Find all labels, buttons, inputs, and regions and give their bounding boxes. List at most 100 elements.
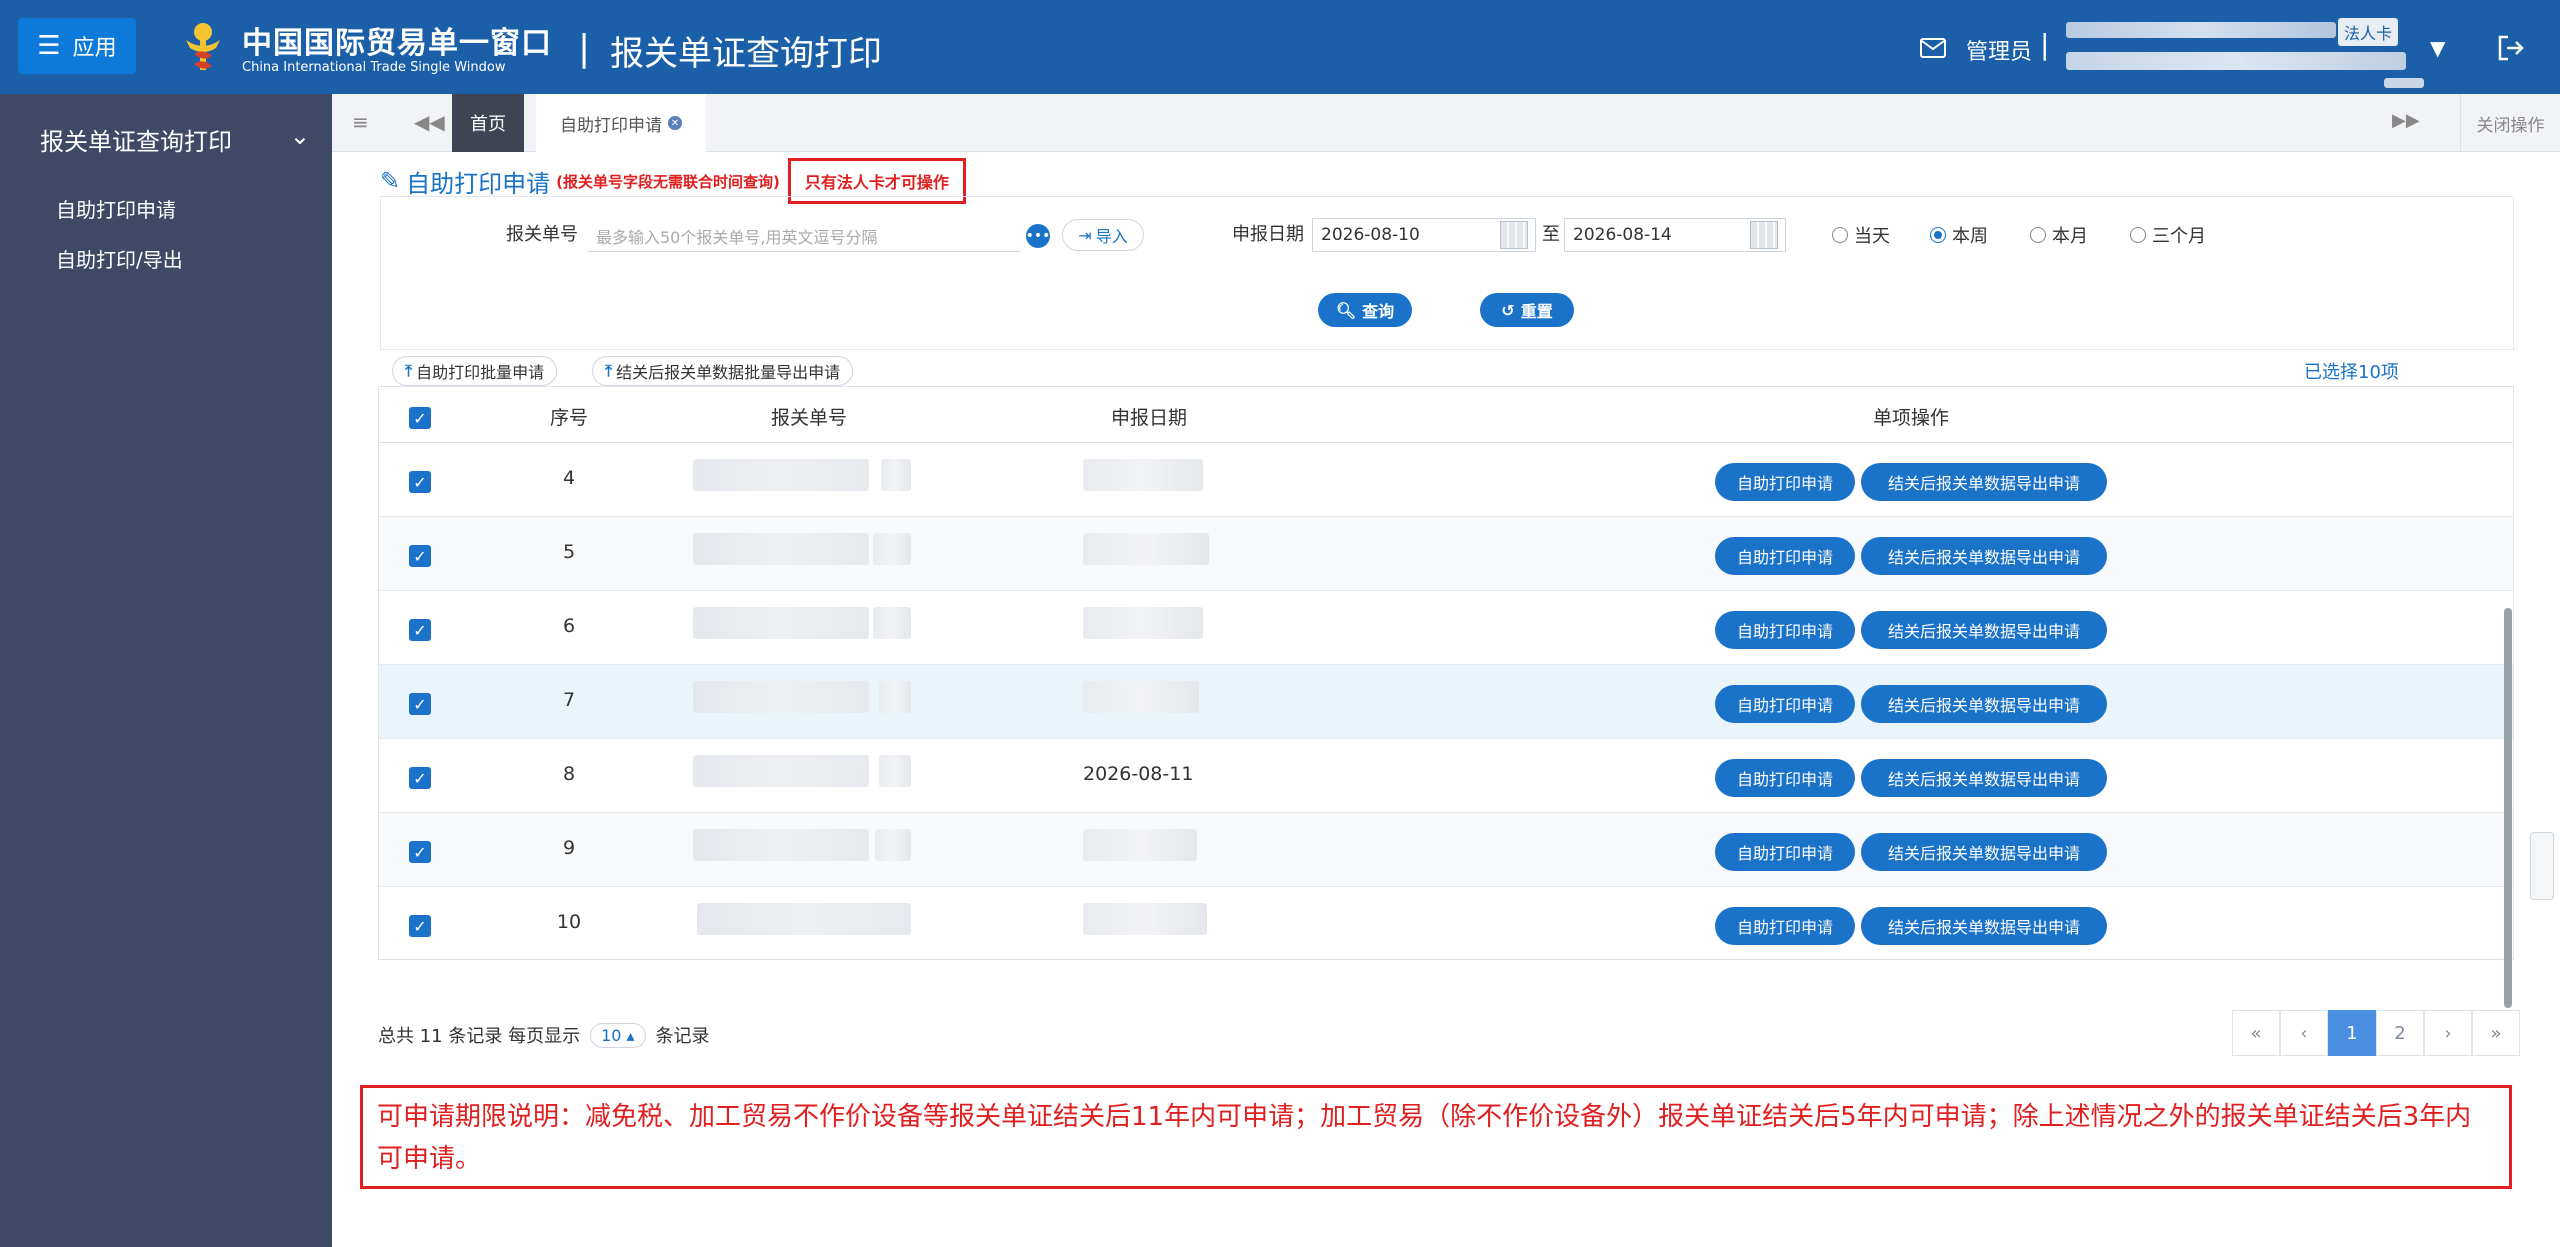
self-print-apply-button[interactable]: 自助打印申请: [1715, 759, 1855, 797]
page-button-2[interactable]: 2: [2376, 1010, 2424, 1056]
table-row: ✓ 6 自助打印申请 结关后报关单数据导出申请: [379, 591, 2513, 665]
decl-no-input[interactable]: 最多输入50个报关单号,用英文逗号分隔: [588, 218, 1020, 252]
calendar-icon[interactable]: [1750, 221, 1778, 249]
self-print-apply-button[interactable]: 自助打印申请: [1715, 907, 1855, 945]
row-date: 2026-08-11: [1083, 763, 1194, 785]
batch-print-label: 自助打印批量申请: [416, 363, 545, 382]
export-apply-button[interactable]: 结关后报关单数据导出申请: [1861, 833, 2107, 871]
admin-label[interactable]: 管理员: [1966, 34, 2032, 66]
tab-next-icon[interactable]: ▶▶: [2392, 110, 2420, 131]
import-button[interactable]: ⇥ 导入: [1062, 219, 1144, 251]
self-print-apply-button[interactable]: 自助打印申请: [1715, 611, 1855, 649]
redacted-decl-no: [693, 829, 869, 861]
page-size-select[interactable]: 10 ▴: [590, 1022, 646, 1048]
sidebar: 报关单证查询打印 ⌄ 自助打印申请 自助打印/导出: [0, 94, 332, 1247]
legal-card-badge: 法人卡: [2338, 18, 2399, 46]
redacted-date: [1083, 903, 1207, 935]
upload-icon: ⤒: [605, 361, 613, 380]
self-print-apply-button[interactable]: 自助打印申请: [1715, 537, 1855, 575]
row-checkbox[interactable]: ✓: [409, 545, 431, 567]
admin-separator: |: [2040, 28, 2050, 61]
app-menu-button[interactable]: ☰ 应用: [18, 18, 136, 74]
mail-icon[interactable]: [1920, 38, 1946, 58]
redacted-user-info: [2066, 52, 2406, 70]
radio-this-month[interactable]: 本月: [2030, 222, 2088, 248]
page-size-value: 10: [601, 1025, 622, 1045]
row-seq: 7: [562, 689, 576, 711]
row-checkbox[interactable]: ✓: [409, 915, 431, 937]
selected-count: 已选择10项: [2304, 362, 2399, 383]
self-print-apply-button[interactable]: 自助打印申请: [1715, 685, 1855, 723]
edit-icon: ✎: [380, 167, 401, 195]
page-button-1[interactable]: 1: [2328, 1010, 2376, 1056]
logout-icon[interactable]: [2496, 34, 2526, 62]
export-apply-button[interactable]: 结关后报关单数据导出申请: [1861, 463, 2107, 501]
self-print-apply-button[interactable]: 自助打印申请: [1715, 833, 1855, 871]
close-icon[interactable]: ✕: [668, 116, 682, 130]
export-apply-button[interactable]: 结关后报关单数据导出申请: [1861, 685, 2107, 723]
table-row: ✓ 8 2026-08-11 自助打印申请 结关后报关单数据导出申请: [379, 739, 2513, 813]
user-dropdown-icon[interactable]: ▼: [2430, 36, 2445, 60]
radio-today[interactable]: 当天: [1832, 222, 1890, 248]
import-icon: ⇥: [1078, 225, 1092, 245]
first-page-button[interactable]: «: [2232, 1010, 2280, 1056]
export-apply-button[interactable]: 结关后报关单数据导出申请: [1861, 537, 2107, 575]
tab-self-print-apply[interactable]: 自助打印申请 ✕: [536, 94, 706, 152]
redacted-decl-no: [879, 681, 911, 713]
radio-icon: [1930, 227, 1946, 243]
table-scrollbar[interactable]: [2504, 608, 2512, 1008]
divider: [380, 196, 2514, 197]
panel-title: 自助打印申请: [406, 169, 551, 198]
sidebar-group-decl-print[interactable]: 报关单证查询打印 ⌄: [40, 122, 310, 157]
reset-icon: ↺: [1501, 300, 1515, 320]
redacted-decl-no: [693, 607, 869, 639]
row-checkbox[interactable]: ✓: [409, 841, 431, 863]
table-row: ✓ 7 自助打印申请 结关后报关单数据导出申请: [379, 665, 2513, 739]
tab-prev-icon[interactable]: ◀◀: [414, 110, 445, 134]
next-page-button[interactable]: ›: [2424, 1010, 2472, 1056]
chevron-down-icon: ⌄: [289, 122, 310, 150]
radio-three-months[interactable]: 三个月: [2130, 222, 2206, 248]
export-apply-button[interactable]: 结关后报关单数据导出申请: [1861, 759, 2107, 797]
calendar-icon[interactable]: [1500, 221, 1528, 249]
row-checkbox[interactable]: ✓: [409, 693, 431, 715]
redacted-decl-no: [693, 533, 869, 565]
batch-print-button[interactable]: ⤒ 自助打印批量申请: [392, 356, 558, 386]
sidebar-item-self-print-apply[interactable]: 自助打印申请: [56, 194, 176, 223]
header-date: 申报日期: [1110, 407, 1187, 429]
close-ops-button[interactable]: 关闭操作: [2460, 94, 2560, 152]
self-print-apply-button[interactable]: 自助打印申请: [1715, 463, 1855, 501]
export-apply-button[interactable]: 结关后报关单数据导出申请: [1861, 907, 2107, 945]
select-all-checkbox[interactable]: ✓: [409, 407, 431, 429]
redacted-date: [1083, 607, 1203, 639]
date-label: 申报日期: [1232, 224, 1304, 245]
redacted-date: [1083, 681, 1199, 713]
sidebar-item-self-print-export[interactable]: 自助打印/导出: [56, 244, 183, 273]
redacted-date: [1083, 459, 1203, 491]
header-seq: 序号: [549, 407, 588, 429]
reset-button[interactable]: ↺ 重置: [1480, 293, 1574, 327]
row-seq: 4: [562, 467, 576, 489]
side-drawer-handle[interactable]: [2530, 832, 2554, 900]
top-header: ☰ 应用 中国国际贸易单一窗口 China International Trad…: [0, 0, 2560, 94]
menu-toggle-icon[interactable]: ≡: [352, 110, 369, 134]
row-checkbox[interactable]: ✓: [409, 471, 431, 493]
table-row: ✓ 5 自助打印申请 结关后报关单数据导出申请: [379, 517, 2513, 591]
prev-page-button[interactable]: ‹: [2280, 1010, 2328, 1056]
pagination: « ‹ 1 2 › »: [2232, 1010, 2520, 1056]
radio-this-week[interactable]: 本周: [1930, 222, 1988, 248]
redacted-decl-no: [879, 755, 911, 787]
menu-icon: ☰: [37, 31, 61, 61]
row-checkbox[interactable]: ✓: [409, 619, 431, 641]
search-button[interactable]: 🔍︎ 查询: [1318, 293, 1412, 327]
logo-subtitle: China International Trade Single Window: [242, 60, 506, 75]
last-page-button[interactable]: »: [2472, 1010, 2520, 1056]
batch-export-button[interactable]: ⤒ 结关后报关单数据批量导出申请: [592, 356, 854, 386]
radio-label: 三个月: [2152, 226, 2206, 247]
app-menu-label: 应用: [72, 36, 117, 61]
row-checkbox[interactable]: ✓: [409, 767, 431, 789]
export-apply-button[interactable]: 结关后报关单数据导出申请: [1861, 611, 2107, 649]
more-icon[interactable]: •••: [1026, 224, 1050, 248]
row-seq: 10: [556, 911, 582, 933]
tab-home[interactable]: 首页: [452, 94, 524, 152]
